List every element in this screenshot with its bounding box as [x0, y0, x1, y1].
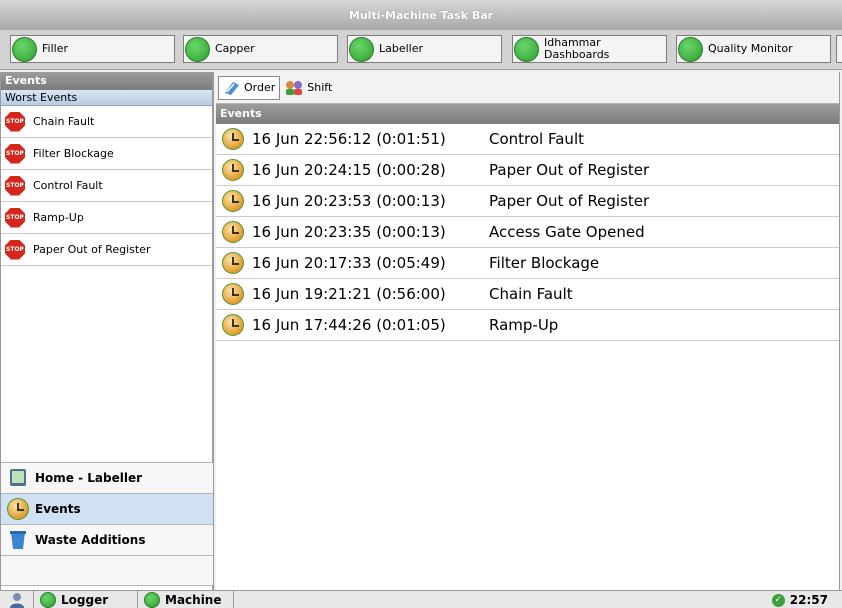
clock-status: ✓ 22:57 [766, 591, 834, 608]
event-time: 16 Jun 17:44:26 (0:01:05) [252, 316, 446, 334]
worst-event-item[interactable]: STOP Ramp-Up [1, 202, 212, 234]
event-time: 16 Jun 19:21:21 (0:56:00) [252, 285, 446, 303]
nav-waste-additions[interactable]: Waste Additions [1, 524, 213, 555]
event-row[interactable]: 16 Jun 17:44:26 (0:01:05) Ramp-Up [216, 310, 839, 341]
nav-home-labeller[interactable]: Home - Labeller [1, 462, 213, 493]
nav-empty-slot [1, 555, 213, 586]
stop-icon: STOP [5, 143, 25, 164]
worst-event-label: Paper Out of Register [33, 243, 151, 256]
event-row[interactable]: 16 Jun 20:24:15 (0:00:28) Paper Out of R… [216, 155, 839, 186]
events-panel: Order Shift Events 16 Jun 22:56:12 (0:01… [216, 72, 840, 590]
monitor-icon [10, 469, 26, 486]
stop-icon: STOP [5, 207, 25, 228]
status-green-icon [40, 592, 56, 608]
user-status-cell[interactable] [0, 591, 34, 608]
stop-icon: STOP [5, 175, 25, 196]
machine-button-idhammar-dashboards[interactable]: Idhammar Dashboards [512, 35, 667, 63]
clock-icon [222, 283, 244, 305]
event-description: Paper Out of Register [489, 192, 650, 210]
machine-button-label: Labeller [379, 42, 424, 55]
left-panel-header: Events [1, 72, 212, 90]
nav-label: Events [35, 502, 81, 516]
clock-icon [222, 159, 244, 181]
event-row[interactable]: 16 Jun 22:56:12 (0:01:51) Control Fault [216, 124, 839, 155]
stop-icon: STOP [5, 239, 25, 260]
status-green-icon [144, 592, 160, 608]
status-bar: Logger Machine ✓ 22:57 [0, 590, 842, 608]
clock-icon [7, 498, 29, 520]
waste-bin-icon [10, 531, 26, 549]
nav-label: Waste Additions [35, 533, 146, 547]
event-time: 16 Jun 20:23:35 (0:00:13) [252, 223, 446, 241]
worst-event-item[interactable]: STOP Filter Blockage [1, 138, 212, 170]
shift-label: Shift [307, 81, 333, 94]
worst-event-label: Chain Fault [33, 115, 95, 128]
event-description: Chain Fault [489, 285, 573, 303]
machine-button-overflow[interactable] [836, 35, 842, 63]
clock-icon [222, 221, 244, 243]
stop-icon: STOP [5, 111, 25, 132]
order-button[interactable]: Order [218, 75, 281, 100]
shift-button[interactable]: Shift [280, 76, 336, 100]
machine-button-filler[interactable]: Filler [10, 35, 175, 63]
event-row[interactable]: 16 Jun 20:17:33 (0:05:49) Filter Blockag… [216, 248, 839, 279]
event-description: Paper Out of Register [489, 161, 650, 179]
nav-events[interactable]: Events [1, 493, 213, 524]
clock-icon [222, 190, 244, 212]
people-icon [286, 80, 303, 95]
nav-label: Home - Labeller [35, 471, 143, 485]
clock-icon [222, 128, 244, 150]
clock-icon [222, 252, 244, 274]
order-icon [225, 81, 239, 95]
machine-task-bar: Filler Capper Labeller Idhammar Dashboar… [0, 30, 842, 70]
machine-button-label: Capper [215, 42, 255, 55]
event-description: Access Gate Opened [489, 223, 645, 241]
event-description: Filter Blockage [489, 254, 600, 272]
events-toolbar: Order Shift [216, 72, 839, 104]
label-line-2: Dashboards [544, 48, 610, 61]
worst-event-label: Filter Blockage [33, 147, 114, 160]
window-title: Multi-Machine Task Bar [0, 0, 842, 30]
event-row[interactable]: 16 Jun 20:23:35 (0:00:13) Access Gate Op… [216, 217, 839, 248]
event-time: 16 Jun 22:56:12 (0:01:51) [252, 130, 446, 148]
machine-status-icon [678, 36, 703, 62]
logger-status[interactable]: Logger [34, 591, 138, 608]
events-list-header: Events [216, 104, 839, 124]
worst-event-item[interactable]: STOP Paper Out of Register [1, 234, 212, 266]
machine-label: Machine [165, 593, 222, 607]
machine-status-icon [514, 36, 539, 62]
machine-status-icon [12, 36, 37, 62]
worst-event-item[interactable]: STOP Control Fault [1, 170, 212, 202]
logger-label: Logger [61, 593, 109, 607]
event-time: 16 Jun 20:17:33 (0:05:49) [252, 254, 446, 272]
worst-events-heading: Worst Events [1, 90, 212, 106]
event-row[interactable]: 16 Jun 19:21:21 (0:56:00) Chain Fault [216, 279, 839, 310]
check-circle-icon: ✓ [771, 593, 785, 607]
event-time: 16 Jun 20:24:15 (0:00:28) [252, 161, 446, 179]
machine-status-icon [349, 36, 374, 62]
user-icon [9, 593, 24, 608]
machine-status-icon [185, 36, 210, 62]
machine-button-labeller[interactable]: Labeller [347, 35, 502, 63]
machine-button-quality-monitor[interactable]: Quality Monitor [676, 35, 831, 63]
event-description: Ramp-Up [489, 316, 559, 334]
clock-icon [222, 314, 244, 336]
order-label: Order [244, 81, 276, 94]
event-row[interactable]: 16 Jun 20:23:53 (0:00:13) Paper Out of R… [216, 186, 839, 217]
worst-event-item[interactable]: STOP Chain Fault [1, 106, 212, 138]
machine-button-label: Quality Monitor [708, 42, 793, 55]
worst-event-label: Control Fault [33, 179, 103, 192]
clock-time: 22:57 [789, 593, 828, 607]
machine-button-label: Filler [42, 42, 68, 55]
machine-button-capper[interactable]: Capper [183, 35, 338, 63]
worst-event-label: Ramp-Up [33, 211, 84, 224]
machine-status[interactable]: Machine [138, 591, 234, 608]
event-time: 16 Jun 20:23:53 (0:00:13) [252, 192, 446, 210]
machine-button-label: Idhammar Dashboards [544, 37, 609, 61]
left-panel: Events Worst Events STOP Chain Fault STO… [0, 72, 214, 590]
event-description: Control Fault [489, 130, 584, 148]
